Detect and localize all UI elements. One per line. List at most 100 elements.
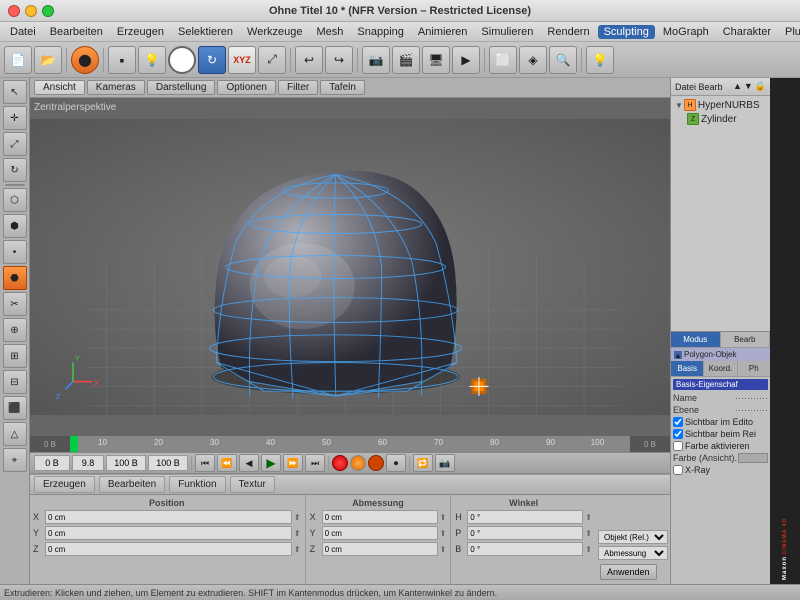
next-frame-button[interactable]: ⏩: [283, 454, 303, 472]
lt-tool4[interactable]: ⬛: [3, 396, 27, 420]
size-y-stepper[interactable]: ⬆: [440, 529, 447, 538]
cube-tool[interactable]: ▪: [108, 46, 136, 74]
open-button[interactable]: 📂: [34, 46, 62, 74]
tab-funktion[interactable]: Funktion: [169, 476, 225, 493]
tab-bearb[interactable]: Bearb: [721, 332, 771, 347]
tree-item-zylinder[interactable]: Z Zylinder: [673, 112, 768, 126]
color-enable-checkbox[interactable]: [673, 441, 683, 451]
play-back-button[interactable]: ◀: [239, 454, 259, 472]
size-mode-select[interactable]: Abmessung: [598, 546, 668, 560]
new-button[interactable]: 📄: [4, 46, 32, 74]
redo-button[interactable]: ↪: [325, 46, 353, 74]
timeline-track[interactable]: 10 20 30 40 50 60 70 80 90 100: [70, 436, 630, 452]
lt-tool2[interactable]: ⊞: [3, 344, 27, 368]
pos-y-stepper[interactable]: ⬆: [294, 529, 301, 538]
prev-frame-button[interactable]: ⏪: [217, 454, 237, 472]
menu-plugins[interactable]: Plug-ins: [779, 25, 800, 39]
size-z-stepper[interactable]: ⬆: [440, 545, 447, 554]
lt-edge[interactable]: ⬢: [3, 214, 27, 238]
menu-sculpting[interactable]: Sculpting: [598, 25, 655, 39]
lt-tool5[interactable]: △: [3, 422, 27, 446]
apply-button[interactable]: Anwenden: [600, 564, 657, 580]
obj-arrow-up[interactable]: ▲: [733, 81, 742, 92]
lt-tool3[interactable]: ⊟: [3, 370, 27, 394]
lt-select[interactable]: ↖: [3, 80, 27, 104]
maximize-button[interactable]: [42, 5, 54, 17]
angle-b-input[interactable]: [467, 542, 583, 556]
lt-extrude[interactable]: ⊕: [3, 318, 27, 342]
select3[interactable]: 🔍: [549, 46, 577, 74]
angle-p-stepper[interactable]: ⬆: [585, 529, 592, 538]
camera-anim-button[interactable]: 📷: [435, 454, 455, 472]
close-button[interactable]: [8, 5, 20, 17]
lt-tool6[interactable]: ⌖: [3, 448, 27, 472]
menu-charakter[interactable]: Charakter: [717, 25, 777, 39]
tab-kameras[interactable]: Kameras: [87, 80, 145, 95]
tree-item-hypernurbs[interactable]: ▼ H HyperNURBS: [673, 98, 768, 112]
angle-b-stepper[interactable]: ⬆: [585, 545, 592, 554]
size-x-input[interactable]: [322, 510, 438, 524]
visible-render-checkbox[interactable]: [673, 429, 683, 439]
frame-max-input[interactable]: [148, 455, 188, 471]
menu-selektieren[interactable]: Selektieren: [172, 25, 239, 39]
menu-mograph[interactable]: MoGraph: [657, 25, 715, 39]
xyz-toggle[interactable]: XYZ: [228, 46, 256, 74]
visible-editor-checkbox[interactable]: [673, 417, 683, 427]
select2[interactable]: ◈: [519, 46, 547, 74]
camera-button[interactable]: 📷: [362, 46, 390, 74]
lt-rotate[interactable]: ↻: [3, 158, 27, 182]
pos-x-stepper[interactable]: ⬆: [294, 513, 301, 522]
lt-knife[interactable]: ✂: [3, 292, 27, 316]
autokey-button[interactable]: ⏺: [386, 454, 406, 472]
lt-poly[interactable]: ⬡: [3, 188, 27, 212]
menu-animieren[interactable]: Animieren: [412, 25, 474, 39]
menu-bearbeiten[interactable]: Bearbeiten: [44, 25, 109, 39]
minimize-button[interactable]: [25, 5, 37, 17]
record2-button[interactable]: [350, 455, 366, 471]
coord-mode-select[interactable]: Objekt (Rel.) Welt: [598, 530, 668, 544]
frame-start-input[interactable]: [34, 455, 70, 471]
scale-tool[interactable]: ⤢: [258, 46, 286, 74]
angle-h-stepper[interactable]: ⬆: [585, 513, 592, 522]
pos-y-input[interactable]: [45, 526, 292, 540]
menu-mesh[interactable]: Mesh: [310, 25, 349, 39]
render2-button[interactable]: 🖥: [422, 46, 450, 74]
angle-p-input[interactable]: [467, 526, 583, 540]
object-tool[interactable]: ⬤: [71, 46, 99, 74]
render-button[interactable]: 🎬: [392, 46, 420, 74]
tab-ansicht[interactable]: Ansicht: [34, 80, 85, 95]
menu-erzeugen[interactable]: Erzeugen: [111, 25, 170, 39]
tab-modus[interactable]: Modus: [671, 332, 721, 347]
tab-bearbeiten[interactable]: Bearbeiten: [99, 476, 165, 493]
tab-filter[interactable]: Filter: [278, 80, 318, 95]
lt-point[interactable]: •: [3, 240, 27, 264]
menu-simulieren[interactable]: Simulieren: [475, 25, 539, 39]
frame-end-input[interactable]: [106, 455, 146, 471]
rotate-tool[interactable]: ↻: [198, 46, 226, 74]
menu-snapping[interactable]: Snapping: [351, 25, 410, 39]
sphere-tool[interactable]: [168, 46, 196, 74]
goto-start-button[interactable]: ⏮: [195, 454, 215, 472]
lt-move[interactable]: ✛: [3, 106, 27, 130]
light-icon[interactable]: 💡: [586, 46, 614, 74]
pos-z-input[interactable]: [45, 542, 292, 556]
tab-optionen[interactable]: Optionen: [217, 80, 276, 95]
tab-darstellung[interactable]: Darstellung: [147, 80, 216, 95]
goto-end-button[interactable]: ⏭: [305, 454, 325, 472]
tab-ph[interactable]: Ph: [738, 361, 770, 376]
frame-current-input[interactable]: [72, 455, 104, 471]
tab-textur[interactable]: Textur: [230, 476, 275, 493]
color-swatch[interactable]: [738, 453, 768, 463]
tab-tafeln[interactable]: Tafeln: [320, 80, 365, 95]
pos-x-input[interactable]: [45, 510, 292, 524]
menu-rendern[interactable]: Rendern: [541, 25, 595, 39]
tab-basis[interactable]: Basis: [671, 361, 704, 376]
xray-checkbox[interactable]: [673, 465, 683, 475]
angle-h-input[interactable]: [467, 510, 583, 524]
select1[interactable]: ⬜: [489, 46, 517, 74]
tab-koord[interactable]: Koord.: [704, 361, 737, 376]
tab-erzeugen[interactable]: Erzeugen: [34, 476, 95, 493]
lt-active-tool[interactable]: ⬣: [3, 266, 27, 290]
3d-viewport[interactable]: Zentralperspektive: [30, 98, 670, 436]
undo-button[interactable]: ↩: [295, 46, 323, 74]
